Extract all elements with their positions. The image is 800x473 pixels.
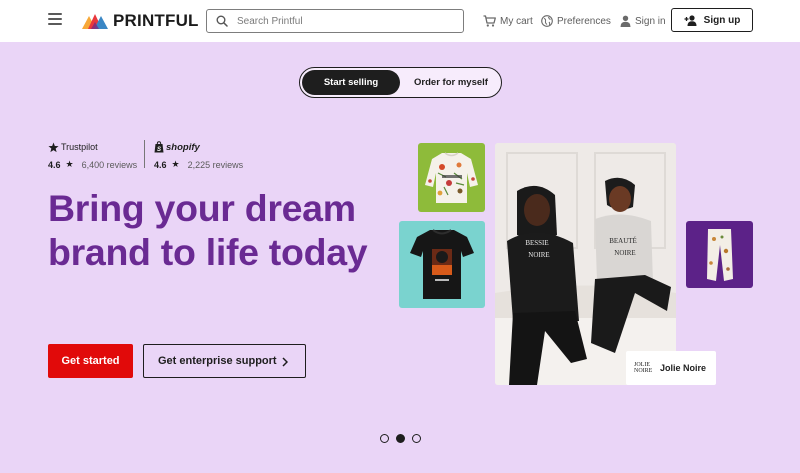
tab-order-for-myself[interactable]: Order for myself [402, 70, 500, 95]
shopify-reviews: 2,225 reviews [187, 159, 244, 170]
user-icon [620, 15, 631, 27]
signin-label: Sign in [635, 15, 666, 27]
tshirt-image [410, 229, 474, 299]
graphic-tshirt-tile [399, 221, 485, 308]
cart-icon [483, 15, 496, 27]
cart-label: My cart [500, 15, 533, 27]
hero-headline: Bring your dream brand to life today [48, 187, 368, 273]
floral-sweatshirt-tile [418, 143, 485, 212]
search-input[interactable] [237, 12, 457, 30]
enterprise-support-label: Get enterprise support [158, 355, 277, 367]
shopify-rating[interactable]: S shopify 4.6 ★ 2,225 reviews [154, 140, 243, 170]
shopify-score: 4.6 [154, 159, 167, 170]
shopify-bag-icon: S [154, 141, 164, 153]
shirt-text-right: BEAUTÉ [609, 237, 637, 245]
carousel-dot-3[interactable] [412, 434, 421, 443]
preferences-link[interactable]: Preferences [541, 12, 611, 30]
signup-button[interactable]: Sign up [671, 8, 753, 32]
globe-icon [541, 15, 553, 27]
two-models-image: BESSIE NOIRE BEAUTÉ NOIRE [495, 143, 676, 385]
trustpilot-rating[interactable]: Trustpilot 4.6 ★ 6,400 reviews [48, 140, 137, 170]
trustpilot-score: 4.6 [48, 159, 61, 170]
brand-name: Jolie Noire [660, 363, 707, 373]
floral-joggers-tile [686, 221, 753, 288]
trustpilot-star-icon [48, 141, 59, 152]
svg-text:S: S [157, 147, 161, 153]
get-started-button[interactable]: Get started [48, 344, 133, 378]
rating-divider [144, 140, 145, 168]
enterprise-support-button[interactable]: Get enterprise support [143, 344, 306, 378]
svg-text:NOIRE: NOIRE [614, 249, 635, 257]
search-box[interactable] [206, 9, 464, 33]
top-header: PRINTFUL My cart Preferences Sign in [0, 0, 800, 42]
joggers-image [707, 229, 733, 281]
preferences-label: Preferences [557, 15, 611, 27]
trustpilot-label: Trustpilot [61, 142, 98, 152]
logo-text: PRINTFUL [113, 11, 199, 30]
shirt-text-left: BESSIE [525, 239, 548, 247]
printful-logo[interactable]: PRINTFUL [82, 11, 199, 31]
carousel-dot-2[interactable] [396, 434, 405, 443]
svg-text:NOIRE: NOIRE [528, 251, 549, 259]
sweatshirt-image [425, 152, 478, 203]
carousel-dot-1[interactable] [380, 434, 389, 443]
cart-link[interactable]: My cart [483, 12, 533, 30]
brand-card: JOLIE NOIRE Jolie Noire [626, 351, 716, 385]
star-icon: ★ [171, 159, 180, 169]
mode-toggle: Start selling Order for myself [299, 67, 502, 98]
trustpilot-reviews: 6,400 reviews [81, 159, 138, 170]
carousel-dots [380, 434, 428, 443]
star-icon: ★ [65, 159, 74, 169]
add-user-icon [684, 14, 697, 26]
chevron-right-icon [282, 357, 288, 367]
search-icon [216, 15, 228, 27]
menu-icon[interactable] [48, 13, 62, 25]
shopify-label: shopify [166, 141, 200, 153]
signin-link[interactable]: Sign in [620, 12, 666, 30]
printful-mark-icon [82, 14, 108, 29]
jolie-noire-logo: JOLIE NOIRE [634, 362, 653, 374]
models-photo: BESSIE NOIRE BEAUTÉ NOIRE [495, 143, 676, 385]
signup-label: Sign up [703, 14, 741, 26]
tab-start-selling[interactable]: Start selling [302, 70, 400, 95]
